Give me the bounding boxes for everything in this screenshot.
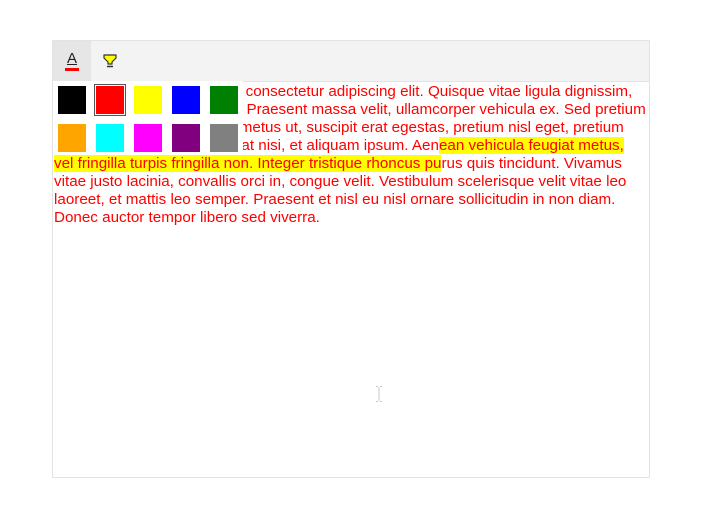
- color-swatch-red[interactable]: [94, 84, 126, 116]
- font-color-indicator: [65, 68, 79, 71]
- rich-text-editor: A Lorem ipsum dolor sit amet, consectetu…: [52, 40, 650, 478]
- color-swatch-black[interactable]: [58, 86, 86, 114]
- color-swatch-cyan[interactable]: [96, 124, 124, 152]
- editor-toolbar: A: [53, 41, 649, 82]
- color-swatch-purple[interactable]: [172, 124, 200, 152]
- highlighter-icon: [103, 54, 117, 68]
- color-swatch-gray[interactable]: [210, 124, 238, 152]
- highlight-button[interactable]: [91, 41, 129, 81]
- font-color-button[interactable]: A: [53, 41, 91, 81]
- color-swatch-orange[interactable]: [58, 124, 86, 152]
- color-swatch-green[interactable]: [210, 86, 238, 114]
- color-swatch-magenta[interactable]: [134, 124, 162, 152]
- font-color-glyph: A: [66, 50, 77, 67]
- color-swatch-yellow[interactable]: [134, 86, 162, 114]
- color-palette-dropdown: [53, 81, 243, 155]
- font-color-icon: A: [65, 51, 79, 71]
- text-cursor-icon: [376, 386, 382, 402]
- color-swatch-blue[interactable]: [172, 86, 200, 114]
